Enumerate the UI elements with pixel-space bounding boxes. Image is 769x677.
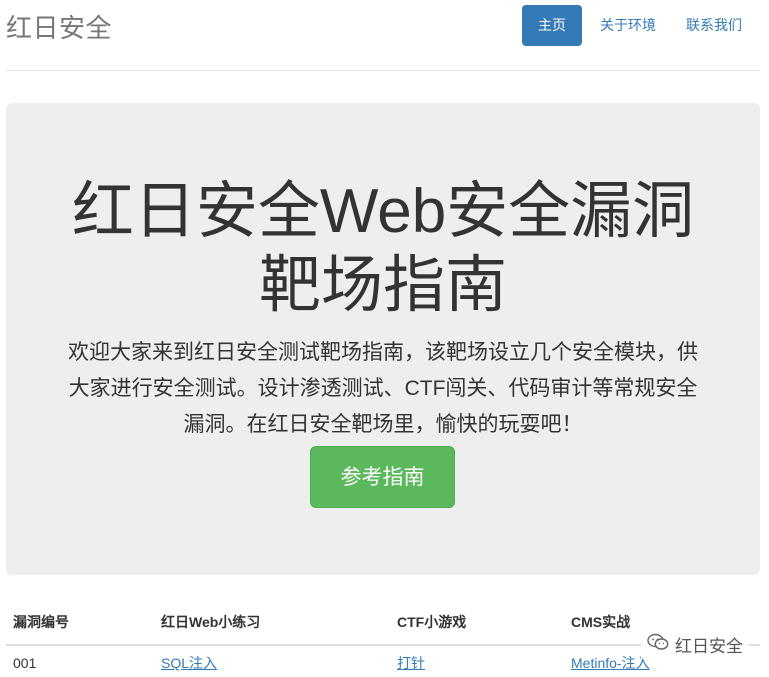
column-header-ctf-game: CTF小游戏 xyxy=(390,600,564,646)
jumbotron: 红日安全Web安全漏洞靶场指南 欢迎大家来到红日安全测试靶场指南，该靶场设立几个… xyxy=(6,103,760,575)
brand-title[interactable]: 红日安全 xyxy=(6,8,112,45)
reference-guide-button[interactable]: 参考指南 xyxy=(310,446,455,508)
cell-ctf-game: 打针 xyxy=(390,645,564,677)
cell-vuln-id: 001 xyxy=(13,655,37,671)
nav-contact-us[interactable]: 联系我们 xyxy=(674,5,754,46)
cell-web-practice: SQL注入 xyxy=(154,645,390,677)
link-ctf-game[interactable]: 打针 xyxy=(397,655,425,671)
watermark-label: 红日安全 xyxy=(675,637,743,656)
hero-description: 欢迎大家来到红日安全测试靶场指南，该靶场设立几个安全模块，供大家进行安全测试。设… xyxy=(68,341,698,436)
nav-about-environment[interactable]: 关于环境 xyxy=(588,5,668,46)
nav-home[interactable]: 主页 xyxy=(522,5,582,46)
main-nav: 主页 关于环境 联系我们 xyxy=(522,5,754,46)
column-header-web-practice: 红日Web小练习 xyxy=(154,600,390,646)
link-metinfo-injection[interactable]: Metinfo-注入 xyxy=(571,655,650,671)
hero-title: 红日安全Web安全漏洞靶场指南 xyxy=(71,177,695,320)
link-sql-injection[interactable]: SQL注入 xyxy=(161,655,217,671)
watermark: 红日安全 xyxy=(641,630,749,659)
column-header-vuln-id: 漏洞编号 xyxy=(6,600,154,646)
page: 红日安全 主页 关于环境 联系我们 红日安全Web安全漏洞靶场指南 欢迎大家来到… xyxy=(0,0,769,677)
header: 红日安全 主页 关于环境 联系我们 xyxy=(6,0,760,71)
wechat-icon xyxy=(647,633,669,656)
